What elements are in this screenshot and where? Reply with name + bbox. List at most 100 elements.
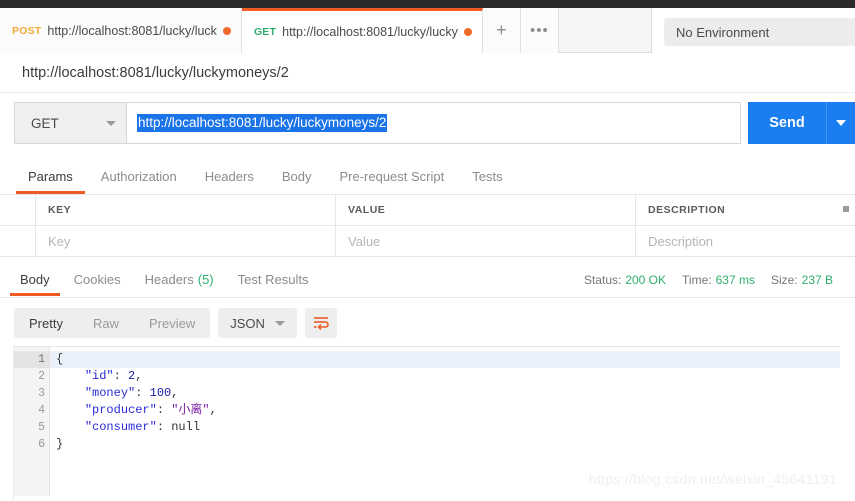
- send-button-label: Send: [769, 115, 805, 131]
- response-tab-label: Test Results: [237, 271, 309, 287]
- url-input[interactable]: http://localhost:8081/lucky/luckymoneys/…: [126, 102, 741, 144]
- code-token: ,: [135, 369, 143, 383]
- tab-body[interactable]: Body: [268, 158, 326, 194]
- response-status-label: Status:: [583, 272, 622, 287]
- code-token: "小离": [171, 403, 210, 417]
- response-view-switch: Pretty Raw Preview: [14, 308, 211, 338]
- response-tab-headers[interactable]: Headers (5): [133, 262, 226, 296]
- line-number-gutter: 1 2 3 4 5 6: [14, 347, 58, 496]
- environment-zone: No Environment: [651, 8, 855, 53]
- response-view-raw[interactable]: Raw: [78, 308, 134, 338]
- code-line: "money": 100,: [50, 385, 840, 402]
- params-empty-row: Key Value Description: [0, 226, 855, 257]
- request-title-text: http://localhost:8081/lucky/luckymoneys/…: [22, 64, 289, 81]
- tab-params[interactable]: Params: [14, 158, 87, 194]
- request-tab-url: http://localhost:8081/lucky/lucky: [282, 25, 458, 39]
- request-title: http://localhost:8081/lucky/luckymoneys/…: [0, 53, 855, 93]
- request-tab-method: POST: [12, 24, 42, 37]
- response-tab-body[interactable]: Body: [8, 262, 62, 296]
- http-method-select[interactable]: GET: [14, 102, 126, 144]
- code-line: "id": 2,: [50, 368, 840, 385]
- code-token: "id": [84, 369, 114, 383]
- code-token: null: [171, 420, 201, 434]
- param-description-input[interactable]: Description: [636, 226, 855, 256]
- tab-authorization[interactable]: Authorization: [87, 158, 191, 194]
- response-status: Status: 200 OK: [584, 273, 666, 287]
- code-line: {: [50, 351, 840, 368]
- code-line: "consumer": null: [50, 419, 840, 436]
- params-header-description: DESCRIPTION: [648, 204, 726, 216]
- response-body-toolbar: Pretty Raw Preview JSON: [0, 300, 855, 346]
- send-button[interactable]: Send: [748, 102, 826, 144]
- unsaved-changes-icon: [222, 26, 231, 35]
- line-number: 4: [38, 404, 45, 417]
- tab-options-button[interactable]: •••: [520, 8, 559, 53]
- response-tab-label: Body: [20, 271, 50, 287]
- request-section-tabs: Params Authorization Headers Body Pre-reques…: [0, 158, 855, 195]
- code-token: "money": [84, 386, 136, 400]
- request-tab-post[interactable]: POST http://localhost:8081/lucky/luck: [0, 8, 242, 53]
- code-token: {: [56, 352, 64, 366]
- code-line: }: [50, 436, 840, 453]
- params-header-key: KEY: [36, 195, 336, 225]
- word-wrap-button[interactable]: [304, 308, 337, 338]
- param-row-checkbox[interactable]: [0, 226, 36, 256]
- tab-label: Pre-request Script: [339, 168, 445, 184]
- response-tabs-container: Body Cookies Headers (5) Test Results: [8, 262, 320, 297]
- url-input-value: http://localhost:8081/lucky/luckymoneys/…: [137, 114, 388, 132]
- chevron-down-icon: [106, 120, 116, 126]
- request-tab-method: GET: [253, 26, 277, 38]
- param-key-input[interactable]: Key: [36, 226, 336, 256]
- tab-label: Authorization: [100, 168, 177, 184]
- code-token: "consumer": [84, 420, 157, 434]
- response-view-preview[interactable]: Preview: [134, 308, 210, 338]
- tab-pre-request-script[interactable]: Pre-request Script: [325, 158, 458, 194]
- params-header-value: VALUE: [336, 195, 636, 225]
- url-row: GET http://localhost:8081/lucky/luckymon…: [0, 100, 855, 148]
- response-view-pretty[interactable]: Pretty: [14, 308, 78, 338]
- line-number: 1: [14, 351, 58, 368]
- response-format-select[interactable]: JSON: [218, 308, 297, 338]
- response-format-value: JSON: [230, 315, 265, 331]
- code-token: ,: [209, 403, 217, 417]
- param-value-input[interactable]: Value: [336, 226, 636, 256]
- line-number: 6: [38, 438, 45, 451]
- code-token: :: [156, 420, 172, 434]
- request-tab-get[interactable]: GET http://localhost:8081/lucky/lucky: [241, 8, 483, 53]
- code-token: 100: [149, 386, 172, 400]
- code-token: :: [135, 386, 150, 400]
- send-options-button[interactable]: [826, 102, 855, 144]
- http-method-value: GET: [31, 115, 59, 131]
- request-tab-url: http://localhost:8081/lucky/luck: [47, 23, 217, 38]
- response-tab-label: Headers: [144, 271, 194, 287]
- tab-headers[interactable]: Headers: [191, 158, 268, 194]
- tab-label: Tests: [472, 168, 503, 184]
- environment-selector[interactable]: No Environment: [664, 18, 855, 46]
- tab-label: Headers: [204, 168, 254, 184]
- response-tab-cookies[interactable]: Cookies: [62, 262, 133, 296]
- window-title-strip: [0, 0, 855, 8]
- response-time: Time: 637 ms: [682, 273, 755, 287]
- postman-window: POST http://localhost:8081/lucky/luck GET h…: [0, 0, 855, 501]
- code-token: :: [113, 369, 129, 383]
- line-number: 2: [38, 370, 45, 383]
- params-table: KEY VALUE DESCRIPTION Key Value Descript…: [0, 195, 855, 257]
- new-tab-button[interactable]: +: [482, 8, 521, 53]
- response-time-value: 637 ms: [715, 272, 755, 287]
- code-token: ,: [171, 386, 179, 400]
- tab-label: Body: [281, 168, 312, 184]
- code-line: "producer": "小离",: [50, 402, 840, 419]
- unsaved-changes-icon: [463, 28, 472, 36]
- tab-tests[interactable]: Tests: [458, 158, 516, 194]
- request-tabs-container: POST http://localhost:8081/lucky/luck GET h…: [0, 8, 651, 53]
- response-tab-bar: Body Cookies Headers (5) Test Results Status…: [0, 262, 855, 298]
- line-number: 5: [38, 421, 45, 434]
- bulk-edit-icon[interactable]: [843, 206, 849, 212]
- response-tab-test-results[interactable]: Test Results: [226, 262, 321, 296]
- watermark: https://blog.csdn.net/weixin_45641191: [588, 471, 837, 487]
- params-header-checkbox-cell: [0, 195, 36, 225]
- line-number: 3: [38, 387, 45, 400]
- code-token: }: [56, 437, 64, 451]
